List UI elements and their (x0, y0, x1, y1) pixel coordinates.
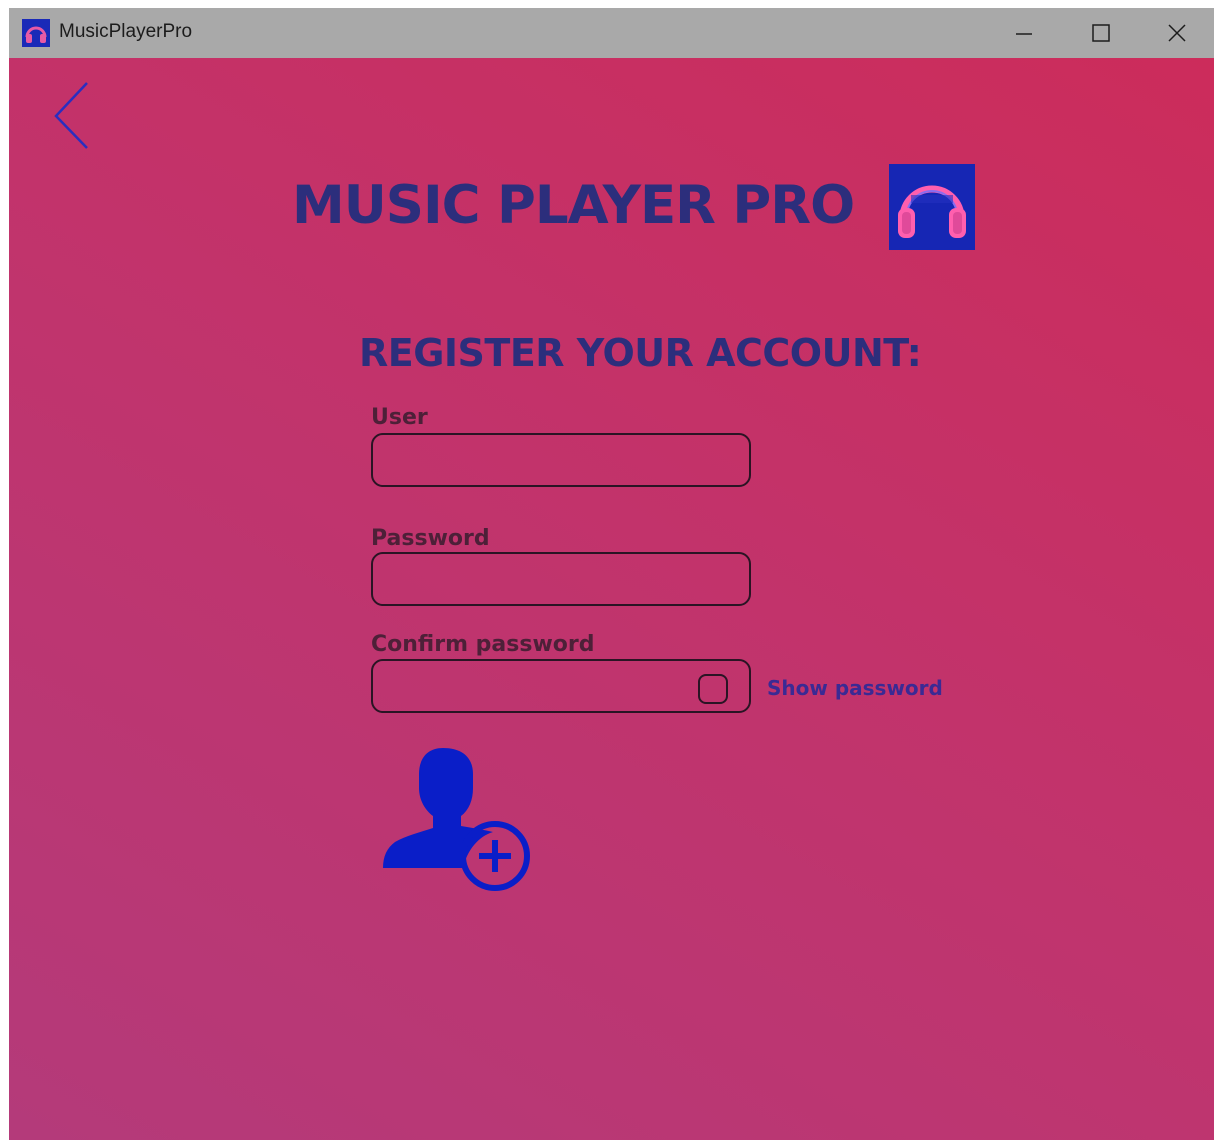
chevron-left-icon (54, 82, 88, 149)
headphones-logo-icon (889, 164, 975, 250)
minimize-button[interactable] (986, 8, 1063, 58)
password-label: Password (371, 526, 490, 551)
maximize-icon (1092, 24, 1110, 42)
password-field[interactable] (371, 552, 751, 606)
app-window: MusicPlayerPro MUSIC PLAYER PRO REGISTER… (9, 8, 1214, 1140)
app-icon (22, 19, 50, 47)
confirm-password-label: Confirm password (371, 632, 595, 657)
show-password-checkbox[interactable] (698, 674, 728, 704)
user-field[interactable] (371, 433, 751, 487)
title-bar[interactable]: MusicPlayerPro (9, 8, 1214, 58)
user-input[interactable] (385, 443, 689, 479)
close-button[interactable] (1139, 8, 1214, 58)
maximize-button[interactable] (1063, 8, 1140, 58)
password-input[interactable] (385, 562, 689, 598)
window-title: MusicPlayerPro (59, 21, 193, 42)
close-icon (1168, 24, 1186, 42)
back-button[interactable] (49, 80, 99, 150)
confirm-password-input[interactable] (385, 669, 689, 705)
page-title: MUSIC PLAYER PRO (292, 175, 855, 236)
show-password-label[interactable]: Show password (767, 675, 943, 701)
form-heading: REGISTER YOUR ACCOUNT: (359, 331, 922, 375)
add-user-icon[interactable] (381, 744, 531, 892)
confirm-password-field[interactable] (371, 659, 751, 713)
minimize-icon (1016, 33, 1032, 35)
register-page: MUSIC PLAYER PRO REGISTER YOUR ACCOUNT: … (9, 58, 1214, 1140)
user-label: User (371, 405, 428, 430)
